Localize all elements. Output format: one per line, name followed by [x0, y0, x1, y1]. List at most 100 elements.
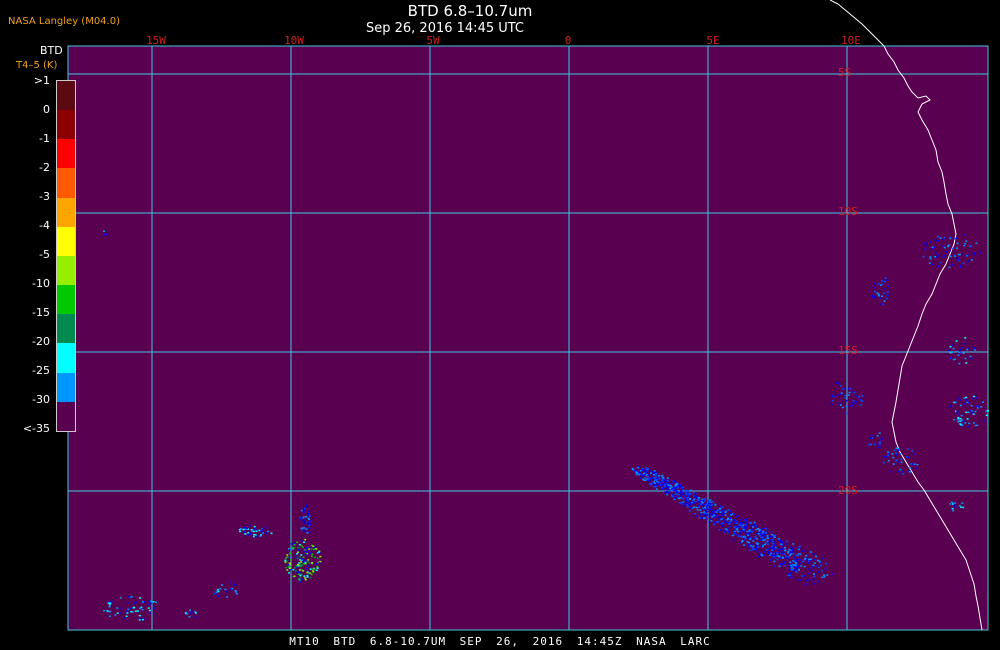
moisture-feature-band	[761, 545, 764, 547]
coastal-speckle	[913, 463, 916, 465]
coastal-speckle	[856, 401, 858, 403]
coastal-speckle	[909, 467, 912, 469]
convective-cluster	[298, 562, 301, 564]
moisture-feature-band	[651, 477, 654, 479]
moisture-feature-band	[724, 514, 727, 516]
cloud-speckle	[247, 532, 250, 534]
moisture-feature-band	[764, 551, 766, 553]
moisture-feature-band	[771, 549, 773, 551]
legend-swatch	[57, 372, 75, 402]
coastal-speckle	[965, 362, 968, 364]
coastal-speckle	[831, 396, 834, 398]
moisture-feature-band	[713, 523, 716, 526]
coastal-speckle	[897, 461, 900, 463]
moisture-feature-band	[666, 488, 669, 491]
moisture-feature-band	[689, 502, 692, 504]
moisture-feature-band	[678, 484, 681, 486]
moisture-feature-band	[649, 478, 652, 480]
moisture-feature-band	[696, 509, 699, 511]
moisture-feature-band	[785, 543, 788, 545]
coastal-speckle	[928, 262, 931, 264]
moisture-feature-band	[793, 560, 796, 562]
coastal-speckle	[955, 340, 958, 342]
convective-cluster	[307, 565, 310, 567]
cloud-speckle	[128, 596, 131, 598]
moisture-feature-band	[771, 538, 774, 541]
moisture-feature-band	[738, 525, 741, 528]
moisture-feature-band	[795, 562, 798, 565]
cloud-speckle	[260, 530, 263, 533]
moisture-feature-band	[675, 491, 678, 494]
moisture-feature-band	[701, 502, 704, 504]
convective-cluster	[312, 571, 315, 574]
cloud-speckle	[114, 614, 117, 616]
cloud-speckle	[138, 614, 141, 617]
moisture-feature-band	[681, 489, 684, 491]
coastal-speckle	[957, 416, 960, 419]
moisture-feature-band	[739, 542, 741, 544]
coastal-speckle	[879, 443, 882, 445]
moisture-feature-band	[807, 562, 810, 564]
coastal-speckle	[895, 459, 898, 462]
lat-label-10s: 10S	[838, 205, 858, 218]
cloud-speckle	[254, 528, 257, 530]
coastal-speckle	[880, 297, 883, 300]
moisture-feature-band	[803, 565, 806, 568]
coastal-speckle	[889, 470, 892, 473]
cloud-speckle	[142, 601, 144, 603]
moisture-feature-band	[823, 576, 826, 578]
coastal-speckle	[945, 250, 948, 253]
convective-cluster	[293, 544, 296, 546]
moisture-feature-band	[718, 518, 721, 521]
coastal-speckle	[962, 262, 965, 265]
moisture-feature-band	[770, 536, 773, 538]
cloud-speckle	[139, 597, 142, 599]
coastal-speckle	[883, 456, 886, 458]
coastal-speckle	[972, 397, 975, 400]
coastal-speckle	[880, 437, 883, 439]
moisture-feature-band	[772, 542, 775, 545]
moisture-feature-band	[668, 492, 671, 494]
moisture-feature-band	[699, 513, 702, 516]
coastal-speckle	[907, 448, 910, 450]
moisture-feature-band	[666, 477, 669, 479]
cloud-speckle	[214, 593, 217, 595]
convective-cluster	[303, 541, 305, 543]
moisture-feature-band	[789, 561, 792, 564]
coastal-speckle	[970, 259, 973, 261]
moisture-feature-band	[743, 527, 746, 530]
moisture-feature-band	[770, 554, 773, 557]
coastal-speckle	[956, 247, 959, 249]
moisture-feature-band	[686, 499, 689, 502]
coastal-speckle	[956, 242, 959, 245]
coastal-speckle	[845, 412, 848, 414]
convective-cluster	[305, 567, 308, 570]
moisture-feature-band	[802, 560, 805, 563]
moisture-feature-band	[784, 565, 787, 567]
convective-cluster	[302, 556, 305, 559]
coastal-speckle	[947, 245, 949, 248]
coastal-speckle	[860, 404, 862, 406]
convective-cluster	[292, 546, 295, 549]
moisture-feature-band	[737, 530, 740, 533]
moisture-feature-band	[728, 531, 731, 533]
moisture-feature-band	[808, 558, 811, 561]
convective-cluster	[308, 548, 311, 550]
cloud-speckle	[125, 615, 128, 617]
coastal-speckle	[972, 422, 975, 424]
coastal-speckle	[924, 242, 927, 245]
coastal-speckle	[878, 432, 881, 434]
coastal-speckle	[975, 242, 978, 244]
cloud-speckle	[108, 604, 111, 606]
moisture-feature-band	[757, 556, 760, 558]
convective-cluster	[307, 512, 309, 515]
coastal-speckle	[923, 248, 926, 250]
moisture-feature-band	[743, 538, 746, 541]
coastal-speckle	[876, 443, 879, 445]
cloud-speckle	[130, 607, 133, 609]
cloud-speckle	[119, 597, 122, 599]
cloud-speckle	[188, 616, 191, 618]
coastal-speckle	[886, 294, 889, 297]
moisture-feature-band	[659, 485, 662, 487]
coastal-speckle	[967, 425, 970, 428]
